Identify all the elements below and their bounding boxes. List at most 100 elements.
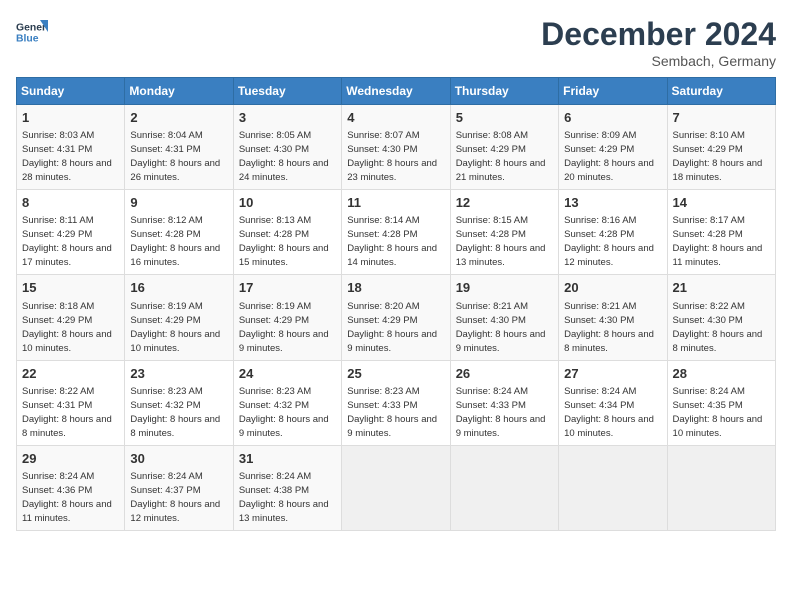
day-number: 23 bbox=[130, 365, 227, 383]
week-row-2: 8 Sunrise: 8:11 AMSunset: 4:29 PMDayligh… bbox=[17, 190, 776, 275]
cell-content: Sunrise: 8:08 AMSunset: 4:29 PMDaylight:… bbox=[456, 130, 546, 183]
calendar-cell bbox=[667, 445, 775, 530]
day-number: 14 bbox=[673, 194, 770, 212]
cell-content: Sunrise: 8:24 AMSunset: 4:37 PMDaylight:… bbox=[130, 471, 220, 524]
calendar-cell: 1 Sunrise: 8:03 AMSunset: 4:31 PMDayligh… bbox=[17, 105, 125, 190]
calendar-cell: 4 Sunrise: 8:07 AMSunset: 4:30 PMDayligh… bbox=[342, 105, 450, 190]
day-number: 20 bbox=[564, 279, 661, 297]
day-number: 16 bbox=[130, 279, 227, 297]
day-number: 31 bbox=[239, 450, 336, 468]
cell-content: Sunrise: 8:19 AMSunset: 4:29 PMDaylight:… bbox=[130, 301, 220, 354]
calendar-cell: 19 Sunrise: 8:21 AMSunset: 4:30 PMDaylig… bbox=[450, 275, 558, 360]
cell-content: Sunrise: 8:05 AMSunset: 4:30 PMDaylight:… bbox=[239, 130, 329, 183]
cell-content: Sunrise: 8:15 AMSunset: 4:28 PMDaylight:… bbox=[456, 215, 546, 268]
calendar-cell: 3 Sunrise: 8:05 AMSunset: 4:30 PMDayligh… bbox=[233, 105, 341, 190]
cell-content: Sunrise: 8:18 AMSunset: 4:29 PMDaylight:… bbox=[22, 301, 112, 354]
calendar-cell bbox=[450, 445, 558, 530]
day-header-tuesday: Tuesday bbox=[233, 78, 341, 105]
calendar-cell: 27 Sunrise: 8:24 AMSunset: 4:34 PMDaylig… bbox=[559, 360, 667, 445]
calendar-cell: 16 Sunrise: 8:19 AMSunset: 4:29 PMDaylig… bbox=[125, 275, 233, 360]
cell-content: Sunrise: 8:10 AMSunset: 4:29 PMDaylight:… bbox=[673, 130, 763, 183]
calendar-cell bbox=[559, 445, 667, 530]
day-number: 28 bbox=[673, 365, 770, 383]
calendar-cell: 6 Sunrise: 8:09 AMSunset: 4:29 PMDayligh… bbox=[559, 105, 667, 190]
day-number: 29 bbox=[22, 450, 119, 468]
cell-content: Sunrise: 8:17 AMSunset: 4:28 PMDaylight:… bbox=[673, 215, 763, 268]
week-row-3: 15 Sunrise: 8:18 AMSunset: 4:29 PMDaylig… bbox=[17, 275, 776, 360]
cell-content: Sunrise: 8:23 AMSunset: 4:32 PMDaylight:… bbox=[239, 386, 329, 439]
calendar-cell: 26 Sunrise: 8:24 AMSunset: 4:33 PMDaylig… bbox=[450, 360, 558, 445]
calendar-cell: 11 Sunrise: 8:14 AMSunset: 4:28 PMDaylig… bbox=[342, 190, 450, 275]
title-block: December 2024 Sembach, Germany bbox=[541, 16, 776, 69]
calendar-cell: 22 Sunrise: 8:22 AMSunset: 4:31 PMDaylig… bbox=[17, 360, 125, 445]
calendar-cell: 12 Sunrise: 8:15 AMSunset: 4:28 PMDaylig… bbox=[450, 190, 558, 275]
calendar-cell: 29 Sunrise: 8:24 AMSunset: 4:36 PMDaylig… bbox=[17, 445, 125, 530]
day-number: 17 bbox=[239, 279, 336, 297]
day-number: 30 bbox=[130, 450, 227, 468]
day-number: 13 bbox=[564, 194, 661, 212]
calendar-cell: 23 Sunrise: 8:23 AMSunset: 4:32 PMDaylig… bbox=[125, 360, 233, 445]
calendar-cell: 30 Sunrise: 8:24 AMSunset: 4:37 PMDaylig… bbox=[125, 445, 233, 530]
day-number: 18 bbox=[347, 279, 444, 297]
calendar-cell: 8 Sunrise: 8:11 AMSunset: 4:29 PMDayligh… bbox=[17, 190, 125, 275]
logo: General Blue bbox=[16, 16, 48, 48]
calendar-cell: 21 Sunrise: 8:22 AMSunset: 4:30 PMDaylig… bbox=[667, 275, 775, 360]
cell-content: Sunrise: 8:14 AMSunset: 4:28 PMDaylight:… bbox=[347, 215, 437, 268]
calendar-cell: 20 Sunrise: 8:21 AMSunset: 4:30 PMDaylig… bbox=[559, 275, 667, 360]
week-row-4: 22 Sunrise: 8:22 AMSunset: 4:31 PMDaylig… bbox=[17, 360, 776, 445]
calendar-cell: 15 Sunrise: 8:18 AMSunset: 4:29 PMDaylig… bbox=[17, 275, 125, 360]
day-header-wednesday: Wednesday bbox=[342, 78, 450, 105]
day-number: 15 bbox=[22, 279, 119, 297]
calendar-cell: 18 Sunrise: 8:20 AMSunset: 4:29 PMDaylig… bbox=[342, 275, 450, 360]
cell-content: Sunrise: 8:24 AMSunset: 4:36 PMDaylight:… bbox=[22, 471, 112, 524]
page-header: General Blue December 2024 Sembach, Germ… bbox=[16, 16, 776, 69]
cell-content: Sunrise: 8:13 AMSunset: 4:28 PMDaylight:… bbox=[239, 215, 329, 268]
calendar-table: SundayMondayTuesdayWednesdayThursdayFrid… bbox=[16, 77, 776, 531]
week-row-1: 1 Sunrise: 8:03 AMSunset: 4:31 PMDayligh… bbox=[17, 105, 776, 190]
calendar-cell: 7 Sunrise: 8:10 AMSunset: 4:29 PMDayligh… bbox=[667, 105, 775, 190]
day-number: 8 bbox=[22, 194, 119, 212]
calendar-cell: 2 Sunrise: 8:04 AMSunset: 4:31 PMDayligh… bbox=[125, 105, 233, 190]
calendar-cell: 13 Sunrise: 8:16 AMSunset: 4:28 PMDaylig… bbox=[559, 190, 667, 275]
cell-content: Sunrise: 8:22 AMSunset: 4:30 PMDaylight:… bbox=[673, 301, 763, 354]
cell-content: Sunrise: 8:21 AMSunset: 4:30 PMDaylight:… bbox=[456, 301, 546, 354]
cell-content: Sunrise: 8:24 AMSunset: 4:33 PMDaylight:… bbox=[456, 386, 546, 439]
cell-content: Sunrise: 8:24 AMSunset: 4:38 PMDaylight:… bbox=[239, 471, 329, 524]
cell-content: Sunrise: 8:22 AMSunset: 4:31 PMDaylight:… bbox=[22, 386, 112, 439]
day-number: 9 bbox=[130, 194, 227, 212]
cell-content: Sunrise: 8:21 AMSunset: 4:30 PMDaylight:… bbox=[564, 301, 654, 354]
calendar-cell: 24 Sunrise: 8:23 AMSunset: 4:32 PMDaylig… bbox=[233, 360, 341, 445]
day-number: 19 bbox=[456, 279, 553, 297]
day-header-thursday: Thursday bbox=[450, 78, 558, 105]
calendar-cell: 25 Sunrise: 8:23 AMSunset: 4:33 PMDaylig… bbox=[342, 360, 450, 445]
day-header-sunday: Sunday bbox=[17, 78, 125, 105]
cell-content: Sunrise: 8:20 AMSunset: 4:29 PMDaylight:… bbox=[347, 301, 437, 354]
calendar-cell: 10 Sunrise: 8:13 AMSunset: 4:28 PMDaylig… bbox=[233, 190, 341, 275]
day-header-friday: Friday bbox=[559, 78, 667, 105]
day-number: 1 bbox=[22, 109, 119, 127]
cell-content: Sunrise: 8:07 AMSunset: 4:30 PMDaylight:… bbox=[347, 130, 437, 183]
week-row-5: 29 Sunrise: 8:24 AMSunset: 4:36 PMDaylig… bbox=[17, 445, 776, 530]
calendar-cell bbox=[342, 445, 450, 530]
cell-content: Sunrise: 8:12 AMSunset: 4:28 PMDaylight:… bbox=[130, 215, 220, 268]
cell-content: Sunrise: 8:23 AMSunset: 4:33 PMDaylight:… bbox=[347, 386, 437, 439]
cell-content: Sunrise: 8:09 AMSunset: 4:29 PMDaylight:… bbox=[564, 130, 654, 183]
cell-content: Sunrise: 8:03 AMSunset: 4:31 PMDaylight:… bbox=[22, 130, 112, 183]
day-number: 11 bbox=[347, 194, 444, 212]
cell-content: Sunrise: 8:11 AMSunset: 4:29 PMDaylight:… bbox=[22, 215, 112, 268]
day-header-monday: Monday bbox=[125, 78, 233, 105]
day-number: 4 bbox=[347, 109, 444, 127]
days-header-row: SundayMondayTuesdayWednesdayThursdayFrid… bbox=[17, 78, 776, 105]
month-title: December 2024 bbox=[541, 16, 776, 53]
day-number: 6 bbox=[564, 109, 661, 127]
cell-content: Sunrise: 8:24 AMSunset: 4:34 PMDaylight:… bbox=[564, 386, 654, 439]
cell-content: Sunrise: 8:19 AMSunset: 4:29 PMDaylight:… bbox=[239, 301, 329, 354]
svg-text:Blue: Blue bbox=[16, 34, 39, 45]
day-number: 27 bbox=[564, 365, 661, 383]
calendar-cell: 17 Sunrise: 8:19 AMSunset: 4:29 PMDaylig… bbox=[233, 275, 341, 360]
day-number: 24 bbox=[239, 365, 336, 383]
calendar-cell: 14 Sunrise: 8:17 AMSunset: 4:28 PMDaylig… bbox=[667, 190, 775, 275]
calendar-cell: 28 Sunrise: 8:24 AMSunset: 4:35 PMDaylig… bbox=[667, 360, 775, 445]
cell-content: Sunrise: 8:23 AMSunset: 4:32 PMDaylight:… bbox=[130, 386, 220, 439]
calendar-cell: 5 Sunrise: 8:08 AMSunset: 4:29 PMDayligh… bbox=[450, 105, 558, 190]
